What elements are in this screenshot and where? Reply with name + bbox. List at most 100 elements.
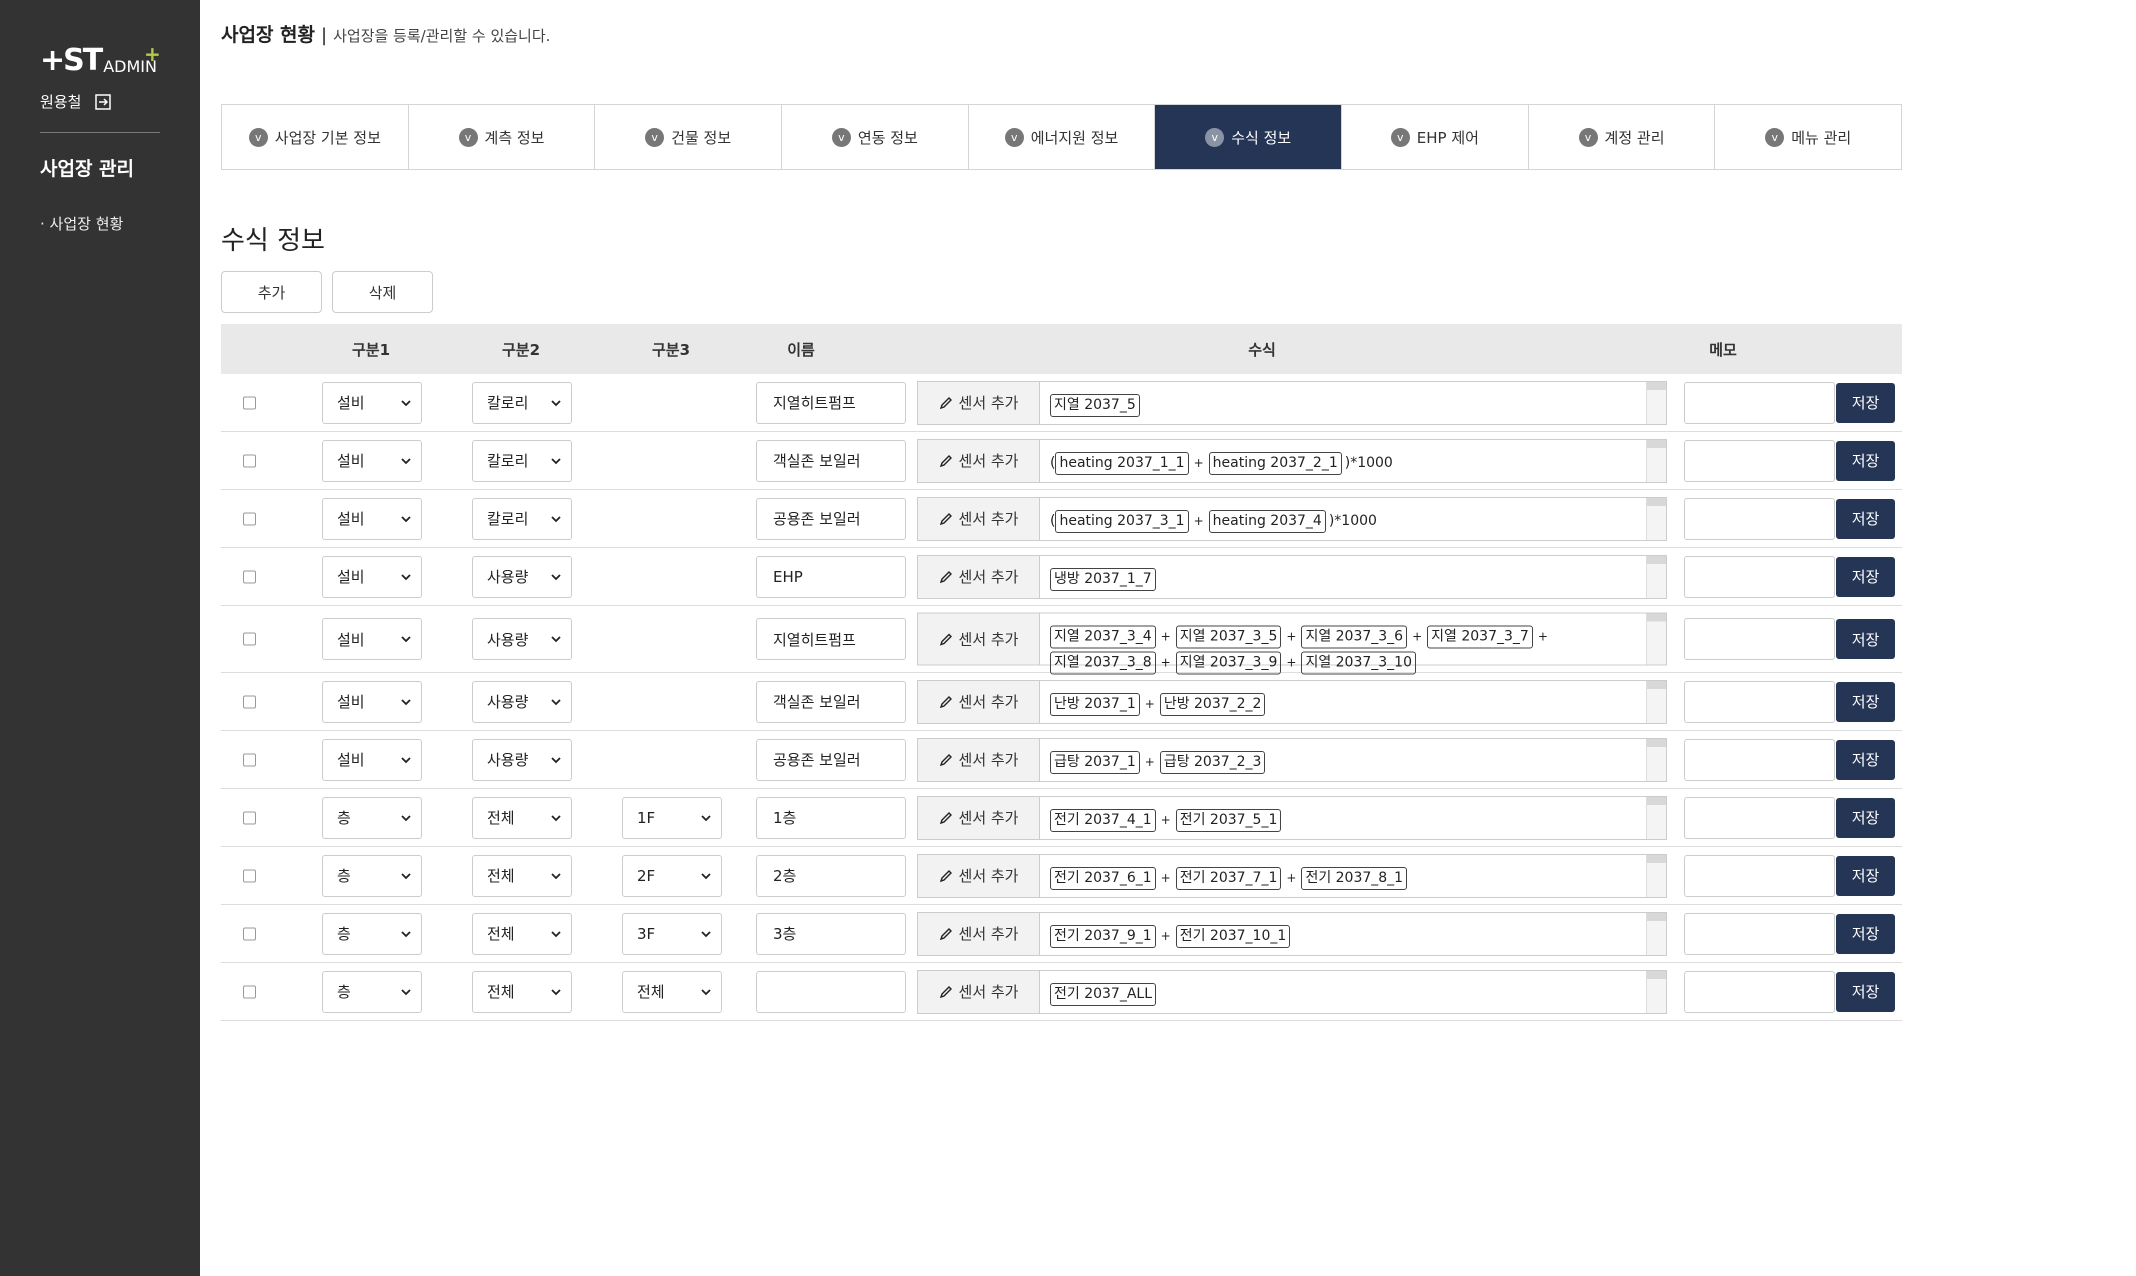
cat3-select[interactable]: 2F <box>622 854 722 897</box>
sensor-token[interactable]: 급탕 2037_2_3 <box>1159 750 1266 774</box>
name-input[interactable]: 2층 <box>756 854 906 897</box>
sensor-token[interactable]: 지열 2037_3_6 <box>1301 625 1408 649</box>
memo-input[interactable] <box>1684 970 1835 1013</box>
cat2-select[interactable]: 전체 <box>472 854 572 897</box>
sensor-token[interactable]: 난방 2037_2_2 <box>1159 692 1266 716</box>
cat1-select[interactable]: 층 <box>322 970 422 1013</box>
formula-scrollbar[interactable] <box>1646 680 1666 723</box>
tab-4[interactable]: v 연동 정보 <box>782 105 969 169</box>
sensor-token[interactable]: 난방 2037_1 <box>1050 692 1140 716</box>
cat1-select[interactable]: 설비 <box>322 497 422 540</box>
sensor-token[interactable]: 전기 2037_10_1 <box>1175 924 1291 948</box>
tab-2[interactable]: v 계측 정보 <box>408 105 596 169</box>
cat1-select[interactable]: 설비 <box>322 555 422 598</box>
formula-expression[interactable]: 난방 2037_1 + 난방 2037_2_2 <box>1040 681 1646 723</box>
add-sensor-button[interactable]: 센서 추가 <box>918 555 1040 598</box>
add-sensor-button[interactable]: 센서 추가 <box>918 738 1040 781</box>
sidebar-item-site-status[interactable]: · 사업장 현황 <box>40 213 123 234</box>
row-checkbox[interactable] <box>243 927 256 940</box>
add-sensor-button[interactable]: 센서 추가 <box>918 796 1040 839</box>
row-checkbox[interactable] <box>243 632 256 646</box>
add-sensor-button[interactable]: 센서 추가 <box>918 439 1040 482</box>
row-checkbox[interactable] <box>243 396 256 409</box>
save-button[interactable]: 저장 <box>1836 913 1895 954</box>
memo-input[interactable] <box>1684 680 1835 723</box>
cat2-select[interactable]: 칼로리 <box>472 439 572 482</box>
memo-input[interactable] <box>1684 497 1835 540</box>
name-input[interactable]: 공용존 보일러 <box>756 497 906 540</box>
add-sensor-button[interactable]: 센서 추가 <box>918 381 1040 424</box>
sensor-token[interactable]: 전기 2037_ALL <box>1050 982 1157 1006</box>
sensor-token[interactable]: 급탕 2037_1 <box>1050 750 1140 774</box>
sensor-token[interactable]: 전기 2037_6_1 <box>1050 866 1156 890</box>
save-button[interactable]: 저장 <box>1836 440 1895 481</box>
cat3-select[interactable]: 전체 <box>622 970 722 1013</box>
formula-expression[interactable]: 지열 2037_3_4 + 지열 2037_3_5 + 지열 2037_3_6 + 지열 2… <box>1040 614 1646 675</box>
formula-expression[interactable]: 지열 2037_5 <box>1040 382 1646 424</box>
formula-scrollbar[interactable] <box>1646 613 1666 665</box>
tab-9[interactable]: v 메뉴 관리 <box>1715 105 1902 169</box>
name-input[interactable] <box>756 970 906 1013</box>
add-sensor-button[interactable]: 센서 추가 <box>918 613 1040 665</box>
row-checkbox[interactable] <box>243 811 256 824</box>
save-button[interactable]: 저장 <box>1836 498 1895 539</box>
sensor-token[interactable]: heating 2037_1_1 <box>1055 451 1189 475</box>
cat1-select[interactable]: 층 <box>322 796 422 839</box>
formula-scrollbar[interactable] <box>1646 497 1666 540</box>
sensor-token[interactable]: 지열 2037_5 <box>1050 393 1140 417</box>
add-sensor-button[interactable]: 센서 추가 <box>918 680 1040 723</box>
cat3-select[interactable]: 3F <box>622 912 722 955</box>
tab-7[interactable]: v EHP 제어 <box>1342 105 1529 169</box>
sensor-token[interactable]: 냉방 2037_1_7 <box>1050 567 1156 591</box>
delete-button[interactable]: 삭제 <box>332 271 433 313</box>
cat1-select[interactable]: 설비 <box>322 618 422 660</box>
sensor-token[interactable]: 전기 2037_4_1 <box>1050 808 1156 832</box>
formula-scrollbar[interactable] <box>1646 912 1666 955</box>
formula-expression[interactable]: (heating 2037_3_1 + heating 2037_4)*1000 <box>1040 498 1646 540</box>
name-input[interactable]: 객실존 보일러 <box>756 680 906 723</box>
add-sensor-button[interactable]: 센서 추가 <box>918 854 1040 897</box>
formula-expression[interactable]: 전기 2037_9_1 + 전기 2037_10_1 <box>1040 913 1646 955</box>
save-button[interactable]: 저장 <box>1836 855 1895 896</box>
cat2-select[interactable]: 사용량 <box>472 618 572 660</box>
add-button[interactable]: 추가 <box>221 271 322 313</box>
add-sensor-button[interactable]: 센서 추가 <box>918 970 1040 1013</box>
save-button[interactable]: 저장 <box>1836 556 1895 597</box>
memo-input[interactable] <box>1684 854 1835 897</box>
formula-scrollbar[interactable] <box>1646 854 1666 897</box>
tab-1[interactable]: v 사업장 기본 정보 <box>222 105 409 169</box>
formula-scrollbar[interactable] <box>1646 381 1666 424</box>
logo[interactable]: +ST ADMIN + <box>40 42 161 76</box>
cat2-select[interactable]: 칼로리 <box>472 381 572 424</box>
name-input[interactable]: 객실존 보일러 <box>756 439 906 482</box>
name-input[interactable]: 공용존 보일러 <box>756 738 906 781</box>
memo-input[interactable] <box>1684 912 1835 955</box>
formula-scrollbar[interactable] <box>1646 738 1666 781</box>
logout-icon[interactable] <box>95 93 113 110</box>
tab-8[interactable]: v 계정 관리 <box>1528 105 1716 169</box>
cat2-select[interactable]: 사용량 <box>472 680 572 723</box>
sensor-token[interactable]: 전기 2037_7_1 <box>1175 866 1282 890</box>
row-checkbox[interactable] <box>243 985 256 998</box>
name-input[interactable]: EHP <box>756 555 906 598</box>
formula-expression[interactable]: 냉방 2037_1_7 <box>1040 556 1646 598</box>
save-button[interactable]: 저장 <box>1836 971 1895 1012</box>
sensor-token[interactable]: 전기 2037_9_1 <box>1050 924 1156 948</box>
add-sensor-button[interactable]: 센서 추가 <box>918 912 1040 955</box>
cat1-select[interactable]: 설비 <box>322 738 422 781</box>
cat1-select[interactable]: 층 <box>322 854 422 897</box>
sensor-token[interactable]: 지열 2037_3_8 <box>1050 651 1156 675</box>
formula-scrollbar[interactable] <box>1646 796 1666 839</box>
sensor-token[interactable]: 지열 2037_3_10 <box>1301 651 1416 675</box>
sensor-token[interactable]: heating 2037_4 <box>1208 509 1326 533</box>
tab-5[interactable]: v 에너지원 정보 <box>968 105 1156 169</box>
cat2-select[interactable]: 칼로리 <box>472 497 572 540</box>
sensor-token[interactable]: 지열 2037_3_4 <box>1050 625 1156 649</box>
memo-input[interactable] <box>1684 381 1835 424</box>
tab-6[interactable]: v 수식 정보 <box>1155 105 1343 169</box>
formula-scrollbar[interactable] <box>1646 555 1666 598</box>
save-button[interactable]: 저장 <box>1836 739 1895 780</box>
name-input[interactable]: 지열히트펌프 <box>756 618 906 660</box>
cat2-select[interactable]: 전체 <box>472 912 572 955</box>
cat1-select[interactable]: 층 <box>322 912 422 955</box>
